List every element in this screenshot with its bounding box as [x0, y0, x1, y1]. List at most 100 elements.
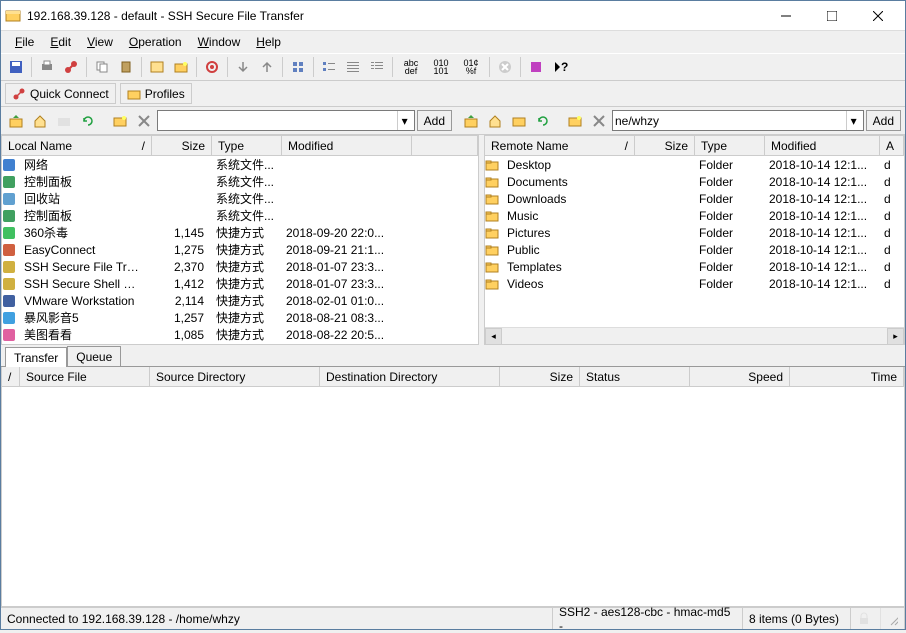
settings-button[interactable] — [201, 56, 223, 78]
remote-newfolder-button[interactable] — [564, 110, 586, 132]
col-remote-size[interactable]: Size — [635, 136, 695, 155]
list-item[interactable]: 控制面板系统文件... — [2, 207, 478, 224]
col-remote-attr[interactable]: A — [880, 136, 904, 155]
terminal-button[interactable] — [146, 56, 168, 78]
list-item[interactable]: DownloadsFolder2018-10-14 12:1...d — [485, 190, 904, 207]
new-folder-button[interactable] — [170, 56, 192, 78]
list-item[interactable]: VideosFolder2018-10-14 12:1...d — [485, 275, 904, 292]
local-path-dropdown-icon[interactable]: ▾ — [397, 111, 412, 130]
text-01c-button[interactable]: 01¢%f — [457, 56, 485, 78]
remote-file-list[interactable]: DesktopFolder2018-10-14 12:1...dDocument… — [485, 156, 904, 327]
col-t-size[interactable]: Size — [500, 367, 580, 386]
copy-button[interactable] — [91, 56, 113, 78]
local-delete-button[interactable] — [133, 110, 155, 132]
help-book-button[interactable] — [525, 56, 547, 78]
text-abc-button[interactable]: abcdef — [397, 56, 425, 78]
stop-button[interactable] — [494, 56, 516, 78]
list-item[interactable]: EasyConnect1,275快捷方式2018-09-21 21:1... — [2, 241, 478, 258]
local-refresh-button[interactable] — [77, 110, 99, 132]
remote-path-dropdown-icon[interactable]: ▾ — [846, 111, 861, 130]
local-back-button[interactable] — [53, 110, 75, 132]
status-resize-grip[interactable] — [881, 608, 905, 629]
remote-delete-button[interactable] — [588, 110, 610, 132]
col-t-srcfile[interactable]: Source File — [20, 367, 150, 386]
menu-operation[interactable]: Operation — [123, 33, 188, 51]
local-file-list[interactable]: 网络系统文件...控制面板系统文件...回收站系统文件...控制面板系统文件..… — [2, 156, 478, 344]
col-local-size[interactable]: Size — [152, 136, 212, 155]
save-button[interactable] — [5, 56, 27, 78]
quick-connect-button[interactable]: Quick Connect — [5, 83, 116, 104]
local-add-button[interactable]: Add — [417, 110, 452, 131]
maximize-button[interactable] — [809, 2, 855, 30]
print-button[interactable] — [36, 56, 58, 78]
list-item[interactable]: SSH Secure Shell Client1,412快捷方式2018-01-… — [2, 275, 478, 292]
list-item[interactable]: TemplatesFolder2018-10-14 12:1...d — [485, 258, 904, 275]
minimize-button[interactable] — [763, 2, 809, 30]
view-large-button[interactable] — [287, 56, 309, 78]
status-bar: Connected to 192.168.39.128 - /home/whzy… — [1, 607, 905, 629]
tab-queue[interactable]: Queue — [67, 346, 121, 366]
view-list-button[interactable] — [342, 56, 364, 78]
menu-edit[interactable]: Edit — [44, 33, 77, 51]
help-context-button[interactable]: ? — [549, 56, 571, 78]
hscroll-right-icon[interactable]: ▸ — [887, 328, 904, 345]
menu-help[interactable]: Help — [250, 33, 287, 51]
list-item[interactable]: PublicFolder2018-10-14 12:1...d — [485, 241, 904, 258]
col-t-time[interactable]: Time — [790, 367, 904, 386]
col-t-slash[interactable]: / — [2, 367, 20, 386]
hscroll-left-icon[interactable]: ◂ — [485, 328, 502, 345]
list-item[interactable]: DocumentsFolder2018-10-14 12:1...d — [485, 173, 904, 190]
col-remote-name[interactable]: Remote Name/ — [485, 136, 635, 155]
list-item[interactable]: PicturesFolder2018-10-14 12:1...d — [485, 224, 904, 241]
list-item[interactable]: DesktopFolder2018-10-14 12:1...d — [485, 156, 904, 173]
local-newfolder-button[interactable] — [109, 110, 131, 132]
remote-path-combo[interactable]: ▾ — [612, 110, 864, 131]
close-button[interactable] — [855, 2, 901, 30]
menu-bar: File Edit View Operation Window Help — [1, 31, 905, 53]
connect-button[interactable] — [60, 56, 82, 78]
menu-window[interactable]: Window — [192, 33, 247, 51]
list-item[interactable]: 360杀毒1,145快捷方式2018-09-20 22:0... — [2, 224, 478, 241]
remote-home-button[interactable] — [484, 110, 506, 132]
menu-view[interactable]: View — [81, 33, 119, 51]
file-type: Folder — [693, 192, 763, 206]
view-details-button[interactable] — [366, 56, 388, 78]
col-remote-type[interactable]: Type — [695, 136, 765, 155]
local-up-button[interactable] — [5, 110, 27, 132]
remote-back-button[interactable] — [508, 110, 530, 132]
col-t-destdir[interactable]: Destination Directory — [320, 367, 500, 386]
remote-path-input[interactable] — [615, 114, 846, 128]
remote-refresh-button[interactable] — [532, 110, 554, 132]
text-010-button[interactable]: 010101 — [427, 56, 455, 78]
col-local-name[interactable]: Local Name/ — [2, 136, 152, 155]
col-local-type[interactable]: Type — [212, 136, 282, 155]
list-item[interactable]: 美图看看1,085快捷方式2018-08-22 20:5... — [2, 326, 478, 343]
list-item[interactable]: 暴风影音51,257快捷方式2018-08-21 08:3... — [2, 309, 478, 326]
file-type: Folder — [693, 277, 763, 291]
list-item[interactable]: VMware Workstation2,114快捷方式2018-02-01 01… — [2, 292, 478, 309]
list-item[interactable]: 控制面板系统文件... — [2, 173, 478, 190]
col-t-status[interactable]: Status — [580, 367, 690, 386]
col-local-modified[interactable]: Modified — [282, 136, 412, 155]
local-home-button[interactable] — [29, 110, 51, 132]
transfer-list[interactable] — [2, 387, 904, 606]
profiles-button[interactable]: Profiles — [120, 83, 192, 104]
remote-add-button[interactable]: Add — [866, 110, 901, 131]
view-small-button[interactable] — [318, 56, 340, 78]
list-item[interactable]: MusicFolder2018-10-14 12:1...d — [485, 207, 904, 224]
local-path-combo[interactable]: ▾ — [157, 110, 415, 131]
list-item[interactable]: 回收站系统文件... — [2, 190, 478, 207]
download-button[interactable] — [232, 56, 254, 78]
list-item[interactable]: 网络系统文件... — [2, 156, 478, 173]
local-path-input[interactable] — [160, 114, 397, 128]
upload-button[interactable] — [256, 56, 278, 78]
tab-transfer[interactable]: Transfer — [5, 347, 67, 367]
col-t-srcdir[interactable]: Source Directory — [150, 367, 320, 386]
menu-file[interactable]: File — [9, 33, 40, 51]
col-t-speed[interactable]: Speed — [690, 367, 790, 386]
col-remote-modified[interactable]: Modified — [765, 136, 880, 155]
paste-button[interactable] — [115, 56, 137, 78]
remote-hscroll[interactable]: ◂ ▸ — [485, 327, 904, 344]
list-item[interactable]: SSH Secure File Transfe...2,370快捷方式2018-… — [2, 258, 478, 275]
remote-up-button[interactable] — [460, 110, 482, 132]
